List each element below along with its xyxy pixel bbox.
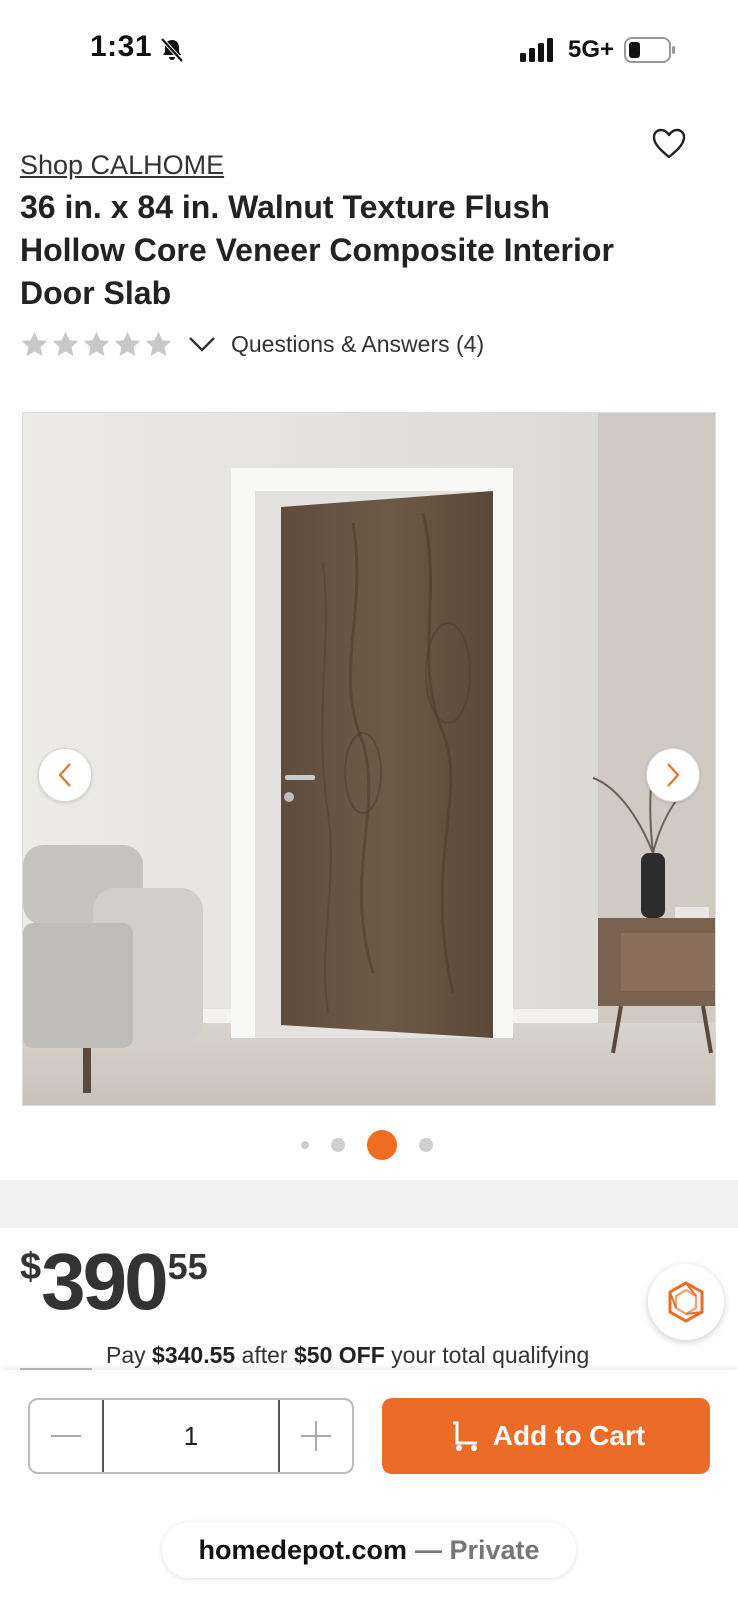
price-currency: $: [20, 1246, 42, 1288]
assistant-button[interactable]: [648, 1264, 724, 1340]
brand-link[interactable]: Shop CALHOME: [20, 150, 224, 181]
promo-discount: $50 OFF: [293, 1342, 385, 1368]
star-icon: [83, 331, 110, 356]
product-price: $ 390 55: [20, 1238, 208, 1326]
section-divider: [0, 1180, 738, 1228]
status-time: 1:31: [90, 30, 153, 63]
chevron-right-icon: [667, 763, 680, 787]
gallery-dot[interactable]: [419, 1138, 433, 1152]
decrease-quantity-button[interactable]: [30, 1400, 102, 1472]
promo-prefix: Pay: [106, 1342, 153, 1368]
private-mode-label: — Private: [414, 1534, 540, 1565]
url-domain: homedepot.com: [198, 1534, 407, 1565]
price-cents: 55: [167, 1246, 208, 1287]
rating-stars: [20, 330, 173, 359]
product-title: 36 in. x 84 in. Walnut Texture Flush Hol…: [20, 189, 614, 311]
network-label: 5G+: [568, 36, 615, 63]
promo-amount: $340.55: [152, 1342, 236, 1368]
add-to-cart-button[interactable]: Add to Cart: [382, 1398, 710, 1474]
rating-row[interactable]: Questions & Answers (4): [20, 326, 484, 362]
cart-icon: [452, 1421, 477, 1451]
action-bar: 1 Add to Cart homedepot.com — Private: [0, 1370, 738, 1600]
price-whole: 390: [41, 1237, 168, 1326]
minus-icon: [51, 1435, 81, 1437]
promo-middle: after: [235, 1342, 294, 1368]
star-icon: [114, 331, 141, 356]
signal-icon: [520, 38, 553, 62]
previous-image-button[interactable]: [38, 748, 92, 802]
questions-answers-link[interactable]: Questions & Answers (4): [231, 331, 484, 358]
gallery-dot[interactable]: [331, 1138, 345, 1152]
chevron-left-icon: [58, 763, 71, 787]
image-gallery: [0, 392, 738, 1180]
star-icon: [21, 331, 48, 356]
battery-icon: [624, 37, 675, 63]
gallery-dot-active[interactable]: [367, 1130, 397, 1160]
status-bar: 1:31 5G+: [0, 0, 738, 100]
favorite-heart-icon[interactable]: [652, 128, 686, 160]
quantity-input[interactable]: 1: [102, 1400, 280, 1472]
assistant-hexagon-icon: [668, 1281, 704, 1323]
chevron-down-icon[interactable]: [187, 334, 217, 354]
quantity-stepper: 1: [28, 1398, 354, 1474]
browser-address-bar[interactable]: homedepot.com — Private: [162, 1522, 576, 1578]
add-to-cart-label: Add to Cart: [492, 1420, 646, 1451]
promo-text: Pay $340.55 after $50 OFF your total qua…: [106, 1342, 589, 1369]
star-icon: [145, 331, 172, 356]
promo-suffix: your total qualifying: [384, 1342, 590, 1368]
bell-slash-icon: [160, 37, 184, 63]
gallery-pagination: [0, 1130, 736, 1160]
increase-quantity-button[interactable]: [280, 1400, 352, 1472]
gallery-dot[interactable]: [301, 1141, 309, 1149]
product-image[interactable]: [22, 412, 716, 1106]
next-image-button[interactable]: [646, 748, 700, 802]
plus-icon: [301, 1421, 331, 1451]
star-icon: [52, 331, 79, 356]
